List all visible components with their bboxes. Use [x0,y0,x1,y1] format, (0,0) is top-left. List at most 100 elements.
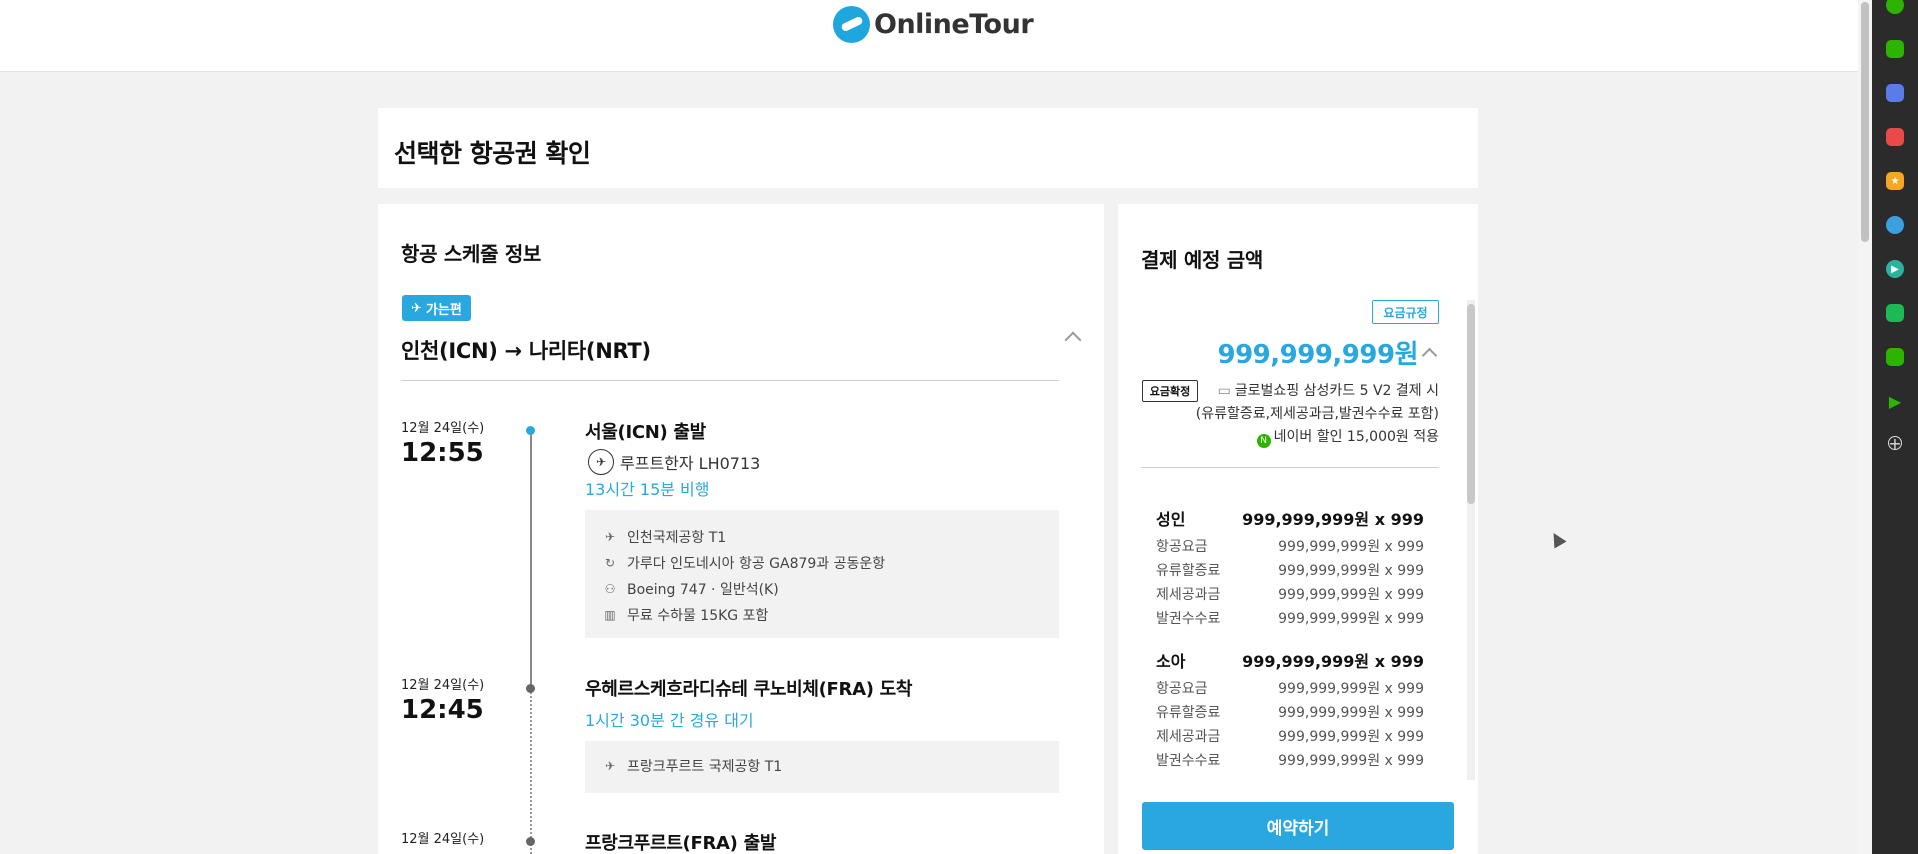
star-icon[interactable]: ★ [1886,172,1904,190]
app-icon-9[interactable] [1886,348,1904,366]
segment-airline: ✈ 루프트한자 LH0713 [588,449,760,475]
naver-line-text: 네이버 할인 15,000원 적용 [1273,429,1439,445]
fare-row-value: 999,999,999원 x 999 [1278,563,1424,579]
includes-line: (유류할증료,제세공과금,발권수수료 포함) [1195,406,1439,422]
page-title: 선택한 항공권 확인 [394,139,591,168]
app-icon-6[interactable] [1886,216,1904,234]
timeline-solid [530,430,532,688]
fare-row-label: 발권수수료 [1156,753,1221,769]
fare-row: 발권수수료 999,999,999원 x 999 [1156,606,1424,630]
fare-row-value: 999,999,999원 x 999 [1278,729,1424,745]
logo-text: OnlineTour [874,8,1034,40]
outbound-badge-label: 가는편 [425,302,462,318]
fare-row: 유류할증료 999,999,999원 x 999 [1156,558,1424,582]
info-row: ✈ 프랑크푸르트 국제공항 T1 [603,753,1041,779]
fare-row-label: 제세공과금 [1156,587,1221,603]
baggage-icon: ▥ [604,608,616,622]
chevron-up-icon[interactable] [1421,347,1438,364]
plane-takeoff-icon: ✈ [411,300,422,316]
payment-title: 결제 예정 금액 [1141,248,1263,272]
chevron-up-icon[interactable] [1064,331,1082,349]
card-line: ▭ 글로벌쇼핑 삼성카드 5 V2 결제 시 [1196,380,1439,403]
fare-group-adult: 성인 999,999,999원 x 999 항공요금 999,999,999원 x… [1156,502,1424,630]
app-icon-3[interactable] [1886,84,1904,102]
fare-row: 제세공과금 999,999,999원 x 999 [1156,724,1424,748]
airport-icon: ✈ [604,530,616,544]
fare-row-value: 999,999,999원 x 999 [1278,611,1424,627]
fare-group-child: 소아 999,999,999원 x 999 항공요금 999,999,999원 x… [1156,644,1424,772]
fare-row: 유류할증료 999,999,999원 x 999 [1156,700,1424,724]
page-scrollbar[interactable] [1858,0,1872,854]
fare-row-label: 발권수수료 [1156,611,1221,627]
timeline-start-dot [526,426,535,435]
segment-info-box: ✈ 인천국제공항 T1 ↻ 가루다 인도네시아 항공 GA879과 공동운항 ⚇… [585,510,1059,638]
app-icon-8[interactable] [1886,304,1904,322]
segment-title: 서울(ICN) 출발 [585,422,706,443]
logo-plane-icon [833,5,870,43]
app-icon-4[interactable] [1886,128,1904,146]
info-row: ✈ 인천국제공항 T1 [603,524,1041,550]
segment-date: 12월 24일(수) [401,678,485,693]
flight-duration: 13시간 15분 비행 [585,480,710,499]
codeshare-icon: ↻ [604,556,616,570]
divider [1141,467,1439,468]
fare-group-header: 성인 999,999,999원 x 999 [1156,502,1424,534]
fare-group-label: 성인 [1156,510,1186,529]
page-scrollbar-thumb[interactable] [1861,2,1869,242]
fare-rules-button[interactable]: 요금규정 [1372,300,1439,324]
naver-line: N 네이버 할인 15,000원 적용 [1196,426,1439,449]
segment-title: 프랑크푸르트(FRA) 출발 [585,833,777,854]
fare-row-label: 제세공과금 [1156,729,1221,745]
play-icon[interactable]: ▶ [1886,392,1904,411]
book-button[interactable]: 예약하기 [1142,802,1454,850]
app-icon-1[interactable] [1886,0,1904,14]
timeline-stop-dot [526,837,535,846]
payment-info: ▭ 글로벌쇼핑 삼성카드 5 V2 결제 시 (유류할증료,제세공과금,발권수수료… [1196,380,1439,449]
fare-row-label: 유류할증료 [1156,563,1221,579]
fare-group-value: 999,999,999원 x 999 [1242,510,1424,529]
fare-row-value: 999,999,999원 x 999 [1278,539,1424,555]
fare-row-value: 999,999,999원 x 999 [1278,681,1424,697]
fare-list-scrollbar[interactable] [1467,300,1475,780]
info-text: 프랑크푸르트 국제공항 T1 [627,759,783,775]
airline-name: 루프트한자 LH0713 [620,454,761,473]
segment-date: 12월 24일(수) [401,421,485,436]
divider [401,380,1059,381]
info-text: 인천국제공항 T1 [627,530,727,546]
segment-date: 12월 24일(수) [401,832,485,847]
fare-row-label: 항공요금 [1156,681,1208,697]
layover-duration: 1시간 30분 간 경유 대기 [585,711,754,730]
outbound-badge: ✈ 가는편 [402,295,471,321]
info-text: Boeing 747 · 일반석(K) [627,582,779,598]
payment-summary-card: 결제 예정 금액 요금규정 999,999,999원 요금확정 ▭ 글로벌쇼핑 삼… [1118,204,1478,854]
card-line-text: 글로벌쇼핑 삼성카드 5 V2 결제 시 [1234,383,1439,399]
fare-group-value: 999,999,999원 x 999 [1242,652,1424,671]
airport-icon: ✈ [604,759,616,773]
total-amount: 999,999,999원 [1217,340,1419,370]
onlinetour-logo[interactable]: OnlineTour [833,4,1034,44]
mouse-cursor [1547,529,1567,549]
naver-icon: N [1256,434,1271,448]
info-text: 무료 수하물 15KG 포함 [627,608,769,624]
fare-list-scrollbar-thumb[interactable] [1467,304,1475,504]
segment-time: 12:55 [401,438,484,468]
info-row: ⚇ Boeing 747 · 일반석(K) [603,576,1041,602]
flight-schedule-card: 항공 스케줄 정보 ✈ 가는편 인천(ICN) → 나리타(NRT) 12월 2… [378,204,1104,854]
page-title-card: 선택한 항공권 확인 [378,108,1478,188]
fare-row: 항공요금 999,999,999원 x 999 [1156,676,1424,700]
fare-group-label: 소아 [1156,652,1186,671]
fare-row-label: 유류할증료 [1156,705,1221,721]
fare-row: 항공요금 999,999,999원 x 999 [1156,534,1424,558]
browser-side-dock: ★ ▶ ▶ + [1872,0,1918,854]
schedule-title: 항공 스케줄 정보 [401,242,542,266]
fare-row-label: 항공요금 [1156,539,1208,555]
segment-title: 우헤르스케흐라디슈테 쿠노비체(FRA) 도착 [585,679,913,700]
app-icon-2[interactable] [1886,40,1904,58]
fare-row: 발권수수료 999,999,999원 x 999 [1156,748,1424,772]
segment-time: 12:45 [401,695,484,725]
fare-row: 제세공과금 999,999,999원 x 999 [1156,582,1424,606]
add-icon[interactable]: + [1888,434,1902,453]
play-circle-icon[interactable]: ▶ [1886,260,1904,278]
fare-row-value: 999,999,999원 x 999 [1278,587,1424,603]
fare-group-header: 소아 999,999,999원 x 999 [1156,644,1424,676]
